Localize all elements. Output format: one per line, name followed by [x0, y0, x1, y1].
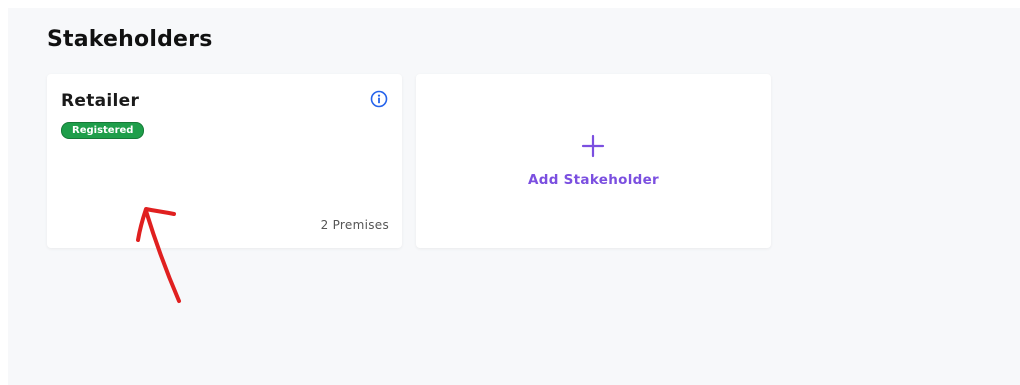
- add-stakeholder-card[interactable]: Add Stakeholder: [416, 74, 771, 248]
- stakeholders-page: Stakeholders Retailer Registered 2 Premi…: [8, 8, 1020, 385]
- status-badge: Registered: [61, 122, 145, 139]
- add-stakeholder-label: Add Stakeholder: [527, 172, 660, 188]
- premises-count: 2 Premises: [320, 218, 389, 232]
- stakeholder-name: Retailer: [61, 91, 140, 111]
- info-icon[interactable]: [370, 90, 388, 108]
- stakeholder-card-retailer[interactable]: Retailer Registered 2 Premises: [47, 74, 402, 248]
- plus-icon: [581, 134, 605, 158]
- page-title: Stakeholders: [47, 27, 213, 52]
